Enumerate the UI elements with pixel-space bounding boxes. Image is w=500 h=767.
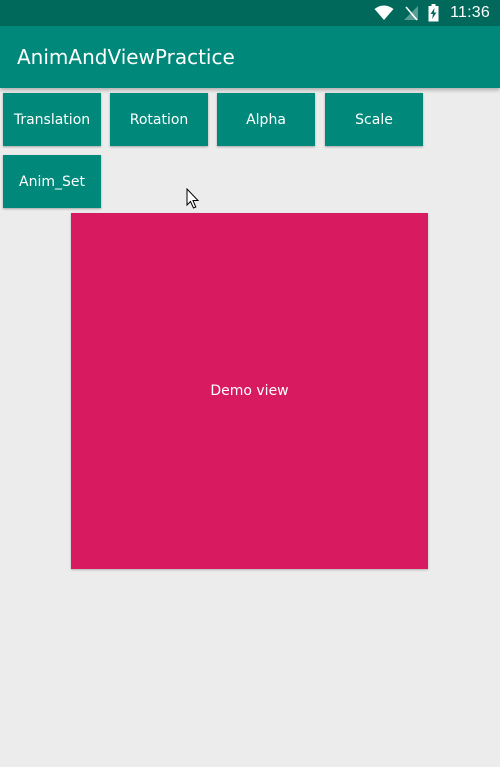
status-icons: 11:36 <box>374 3 490 23</box>
app-title: AnimAndViewPractice <box>17 45 235 69</box>
demo-view-label: Demo view <box>210 383 289 399</box>
clock: 11:36 <box>450 4 490 21</box>
app-bar: AnimAndViewPractice <box>0 26 500 88</box>
status-bar: 11:36 <box>0 0 500 26</box>
scale-button[interactable]: Scale <box>325 93 423 146</box>
rotation-button[interactable]: Rotation <box>110 93 208 146</box>
wifi-icon <box>374 5 394 21</box>
translation-button[interactable]: Translation <box>3 93 101 146</box>
alpha-button[interactable]: Alpha <box>217 93 315 146</box>
battery-charging-icon <box>428 4 439 22</box>
demo-view: Demo view <box>71 213 428 569</box>
no-signal-icon <box>403 5 419 21</box>
anim-set-button[interactable]: Anim_Set <box>3 155 101 208</box>
mouse-cursor-icon <box>186 187 200 210</box>
